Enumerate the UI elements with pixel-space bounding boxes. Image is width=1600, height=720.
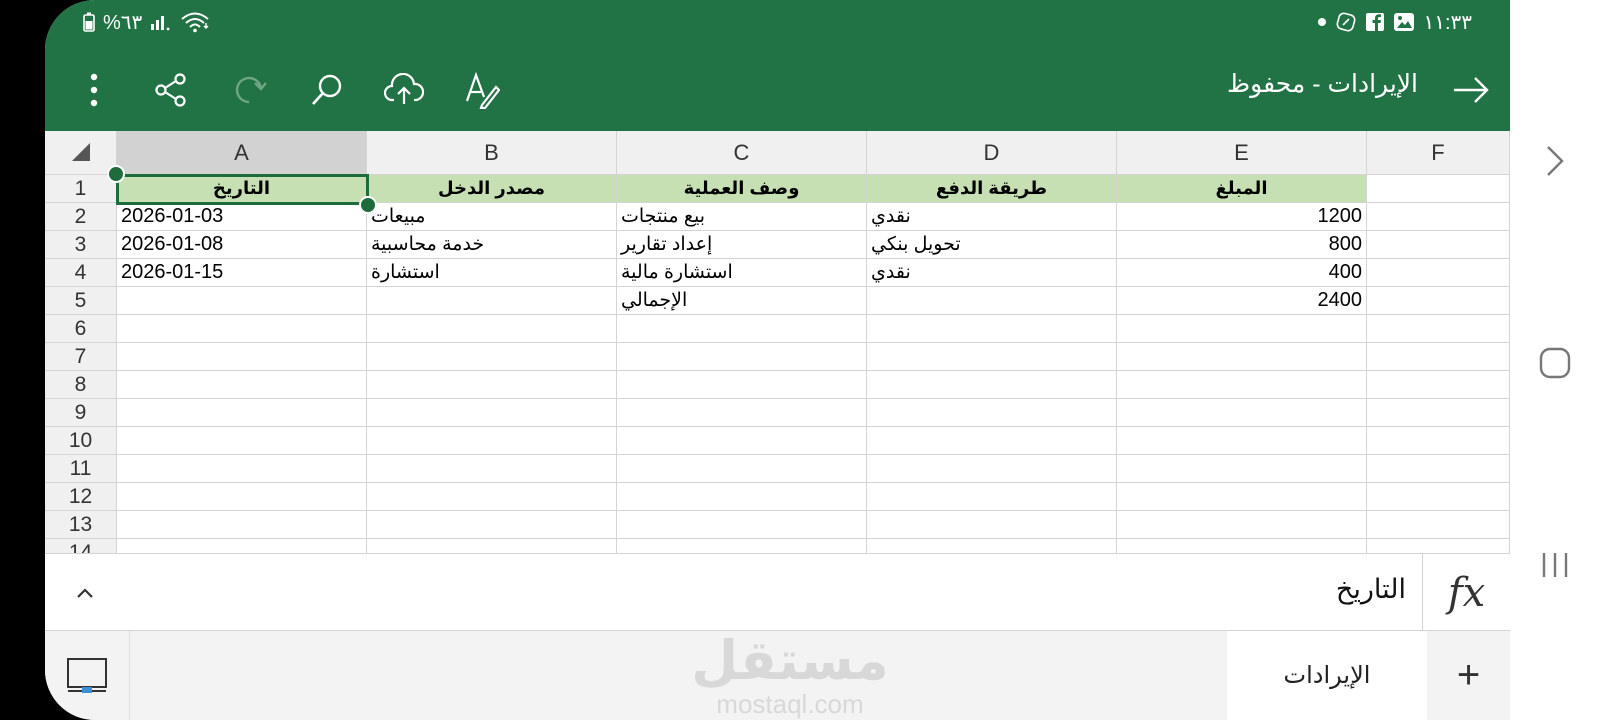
status-bar-right: ١١:٣٣ [1317,8,1472,36]
cloud-upload-icon[interactable] [381,67,427,113]
cell-f3[interactable] [1367,231,1510,259]
row-header-7[interactable]: 7 [45,343,117,371]
spreadsheet-grid[interactable]: A B C D E F 1 2 3 4 5 6 7 8 9 10 11 12 1… [45,131,1510,553]
row-header-11[interactable]: 11 [45,455,117,483]
wifi-icon [180,11,210,33]
cell-a5[interactable] [117,287,367,315]
column-header-f[interactable]: F [1367,131,1510,175]
cell-e1[interactable]: المبلغ [1117,175,1367,203]
cell-b1[interactable]: مصدر الدخل [367,175,617,203]
row-header-4[interactable]: 4 [45,259,117,287]
watermark-arabic: مستقل [691,631,889,691]
mostaql-watermark: مستقل mostaql.com [690,631,890,717]
signal-icon [150,13,172,31]
redo-icon[interactable] [226,67,272,113]
column-header-c[interactable]: C [617,131,867,175]
sheet-tab-revenues[interactable]: الإيرادات [1227,631,1427,720]
row-header-14[interactable]: 14 [45,539,117,553]
more-options-icon[interactable] [71,67,117,113]
cell-c3[interactable]: إعداد تقارير [617,231,867,259]
sheet-tab-bar: مستقل mostaql.com الإيرادات + [45,631,1510,720]
cell-b2[interactable]: مبيعات [367,203,617,231]
cell-f2[interactable] [1367,203,1510,231]
row-header-1[interactable]: 1 [45,175,117,203]
cell-a3[interactable]: 2026-01-08 [117,231,367,259]
cell-b4[interactable]: استشارة [367,259,617,287]
cell-b3[interactable]: خدمة محاسبية [367,231,617,259]
facebook-icon [1365,12,1385,32]
cell-b5[interactable] [367,287,617,315]
column-header-d[interactable]: D [867,131,1117,175]
selection-handle-end[interactable] [359,196,377,214]
cell-f4[interactable] [1367,259,1510,287]
battery-percent: %٦٣ [103,11,143,34]
row-header-12[interactable]: 12 [45,483,117,511]
column-header-b[interactable]: B [367,131,617,175]
select-all-corner[interactable] [45,131,117,175]
cell-e2[interactable]: 1200 [1117,203,1367,231]
cell-e5[interactable]: 2400 [1117,287,1367,315]
document-title: الإيرادات - محفوظ [1227,70,1418,98]
back-arrow-icon[interactable] [1448,67,1494,113]
empty-cells-grid[interactable] [117,315,1510,553]
search-icon[interactable] [304,67,350,113]
formula-input[interactable]: التاريخ [1336,574,1406,605]
cell-a4[interactable]: 2026-01-15 [117,259,367,287]
draw-pen-icon[interactable] [459,67,505,113]
battery-icon [83,12,95,32]
cell-c2[interactable]: بيع منتجات [617,203,867,231]
notification-dot-icon [1317,17,1327,27]
row-header-8[interactable]: 8 [45,371,117,399]
status-bar-left: %٦٣ [83,8,210,36]
row-header-6[interactable]: 6 [45,315,117,343]
cell-f5[interactable] [1367,287,1510,315]
row-header-9[interactable]: 9 [45,399,117,427]
formula-bar: التاريخ fx [45,553,1510,631]
excel-app-screen: %٦٣ ١١:٣٣ الإيرادات - محفوظ A B C D E F … [45,0,1510,720]
copilot-icon [1335,11,1357,33]
gallery-icon [1393,12,1415,32]
cell-d2[interactable]: نقدي [867,203,1117,231]
system-navigation-bar [1510,0,1600,720]
status-time: ١١:٣٣ [1423,11,1472,34]
expand-formula-bar-icon[interactable] [65,573,105,613]
cell-d5[interactable] [867,287,1117,315]
cell-d4[interactable]: نقدي [867,259,1117,287]
column-header-e[interactable]: E [1117,131,1367,175]
cell-a1[interactable]: التاريخ [117,175,367,203]
row-header-5[interactable]: 5 [45,287,117,315]
row-header-3[interactable]: 3 [45,231,117,259]
chevron-right-icon[interactable] [1530,136,1580,186]
insert-function-button[interactable]: fx [1422,554,1510,631]
share-icon[interactable] [148,67,194,113]
cell-c4[interactable]: استشارة مالية [617,259,867,287]
row-header-2[interactable]: 2 [45,203,117,231]
row-header-13[interactable]: 13 [45,511,117,539]
add-sheet-button[interactable]: + [1427,631,1510,720]
home-icon[interactable] [1530,338,1580,388]
cell-e4[interactable]: 400 [1117,259,1367,287]
sheet-list-icon[interactable] [45,631,130,720]
column-header-a[interactable]: A [117,131,367,175]
cell-d3[interactable]: تحويل بنكي [867,231,1117,259]
app-toolbar: %٦٣ ١١:٣٣ الإيرادات - محفوظ [45,0,1510,131]
cell-d1[interactable]: طريقة الدفع [867,175,1117,203]
cell-a2[interactable]: 2026-01-03 [117,203,367,231]
cell-e3[interactable]: 800 [1117,231,1367,259]
cell-c1[interactable]: وصف العملية [617,175,867,203]
row-header-10[interactable]: 10 [45,427,117,455]
cell-f1[interactable] [1367,175,1510,203]
selection-handle-start[interactable] [107,165,125,183]
cell-c5[interactable]: الإجمالي [617,287,867,315]
watermark-latin: mostaql.com [716,689,864,719]
recent-apps-icon[interactable] [1530,540,1580,590]
